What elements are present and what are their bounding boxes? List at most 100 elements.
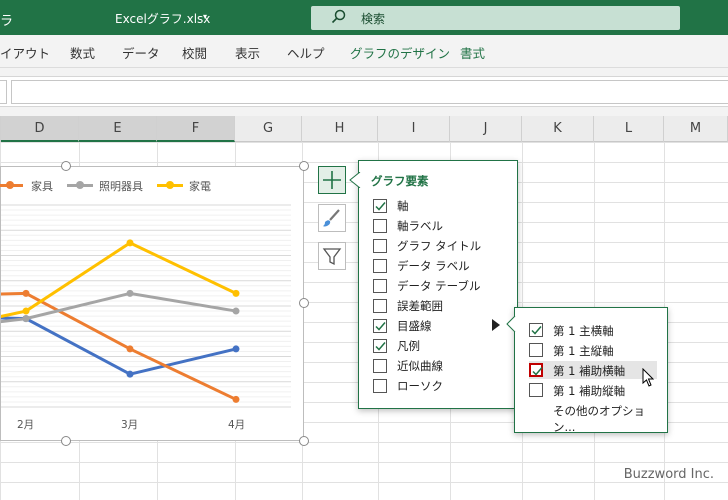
data-point[interactable] bbox=[126, 239, 134, 247]
data-point[interactable] bbox=[232, 395, 240, 403]
chart-elements-panel: グラフ要素 軸軸ラベル グラフ タイトル データ ラベル データ テーブル 誤差範囲 目盛… bbox=[358, 160, 518, 409]
checkbox-unchecked[interactable] bbox=[529, 383, 543, 397]
series-line[interactable] bbox=[1, 316, 237, 376]
data-point[interactable] bbox=[126, 345, 134, 353]
data-point[interactable] bbox=[22, 307, 30, 315]
checkmark-icon bbox=[375, 342, 386, 351]
column-header-g[interactable]: G bbox=[235, 116, 302, 142]
chart-element-label: 目盛線 bbox=[397, 319, 432, 333]
formula-input[interactable] bbox=[11, 80, 728, 104]
ribbon-gap bbox=[0, 68, 728, 76]
title-bar: ラ Excelグラフ.xlsx ▾ 検索 bbox=[0, 0, 728, 35]
chart-filters-button[interactable] bbox=[318, 242, 346, 270]
checkbox-unchecked[interactable] bbox=[373, 359, 387, 373]
checkmark-icon bbox=[531, 326, 542, 335]
gridline-option-label: 第 1 主横軸 bbox=[553, 324, 614, 338]
series-line[interactable] bbox=[1, 241, 237, 334]
resize-handle[interactable] bbox=[61, 161, 71, 171]
data-point[interactable] bbox=[232, 289, 240, 297]
submenu-arrow-icon[interactable] bbox=[491, 318, 501, 332]
search-box[interactable]: 検索 bbox=[311, 6, 680, 30]
chart-element-label: 近似曲線 bbox=[397, 359, 443, 373]
checkbox-unchecked[interactable] bbox=[373, 219, 387, 233]
mouse-cursor-icon bbox=[642, 368, 655, 387]
column-header-f[interactable]: F bbox=[157, 116, 235, 142]
file-name[interactable]: Excelグラフ.xlsx bbox=[115, 10, 210, 27]
checkbox-checked[interactable] bbox=[373, 199, 387, 213]
checkmark-icon bbox=[532, 367, 543, 376]
chart-element-label: 凡例 bbox=[397, 339, 420, 353]
chart-element-label: データ テーブル bbox=[397, 279, 481, 293]
chart-styles-button[interactable] bbox=[318, 204, 346, 232]
tab-formulas[interactable]: 数式 bbox=[70, 43, 95, 62]
formula-bar bbox=[0, 76, 728, 107]
column-header-e[interactable]: E bbox=[79, 116, 157, 142]
data-point[interactable] bbox=[232, 345, 240, 353]
tab-chart-design[interactable]: グラフのデザイン bbox=[350, 43, 450, 62]
file-menu-caret-icon[interactable]: ▾ bbox=[203, 12, 207, 21]
checkbox-checked[interactable] bbox=[373, 319, 387, 333]
column-header-d[interactable]: D bbox=[1, 116, 79, 142]
column-header-i[interactable]: I bbox=[378, 116, 450, 142]
x-tick-label: 4月 bbox=[228, 419, 246, 431]
column-header-l[interactable]: L bbox=[594, 116, 664, 142]
column-headers: D E F G H I J K L M bbox=[0, 116, 728, 142]
column-header-h[interactable]: H bbox=[302, 116, 378, 142]
gridline-option[interactable]: 第 1 補助横軸 bbox=[529, 361, 657, 379]
search-label: 検索 bbox=[361, 12, 386, 26]
resize-handle[interactable] bbox=[299, 436, 309, 446]
search-icon bbox=[331, 9, 346, 24]
tab-help[interactable]: ヘルプ bbox=[287, 43, 325, 62]
checkbox-checked[interactable] bbox=[529, 363, 543, 377]
x-tick-label: 2月 bbox=[17, 419, 35, 431]
tab-page-layout[interactable]: イアウト bbox=[0, 43, 50, 62]
panel-title: グラフ要素 bbox=[371, 174, 429, 188]
paintbrush-icon bbox=[323, 209, 340, 227]
chart-element-label: データ ラベル bbox=[397, 259, 470, 273]
column-header-k[interactable]: K bbox=[522, 116, 594, 142]
submenu-pointer-icon bbox=[506, 316, 516, 332]
checkbox-unchecked[interactable] bbox=[373, 379, 387, 393]
data-point[interactable] bbox=[22, 315, 30, 323]
column-header-m[interactable]: M bbox=[664, 116, 728, 142]
data-point[interactable] bbox=[232, 307, 240, 315]
resize-handle[interactable] bbox=[299, 298, 309, 308]
more-options-link[interactable]: その他のオプション... bbox=[553, 403, 667, 435]
app-name-fragment: ラ bbox=[0, 14, 14, 29]
gridline-option[interactable]: 第 1 主横軸 bbox=[529, 321, 657, 339]
checkbox-unchecked[interactable] bbox=[529, 343, 543, 357]
watermark: Buzzword Inc. bbox=[623, 467, 714, 482]
x-tick-label: 3月 bbox=[121, 419, 139, 431]
panel-pointer-icon bbox=[349, 172, 361, 188]
chart-elements-button[interactable] bbox=[318, 166, 346, 194]
gridline-option[interactable]: 第 1 主縦軸 bbox=[529, 341, 657, 359]
chart-element-label: 誤差範囲 bbox=[397, 299, 443, 313]
tab-review[interactable]: 校閲 bbox=[182, 43, 207, 62]
data-point[interactable] bbox=[22, 289, 30, 297]
data-point[interactable] bbox=[126, 289, 134, 297]
tab-format[interactable]: 書式 bbox=[460, 43, 485, 62]
tab-data[interactable]: データ bbox=[122, 43, 160, 62]
column-header-j[interactable]: J bbox=[450, 116, 522, 142]
chart-element-label: グラフ タイトル bbox=[397, 239, 482, 253]
checkbox-checked[interactable] bbox=[373, 339, 387, 353]
checkmark-icon bbox=[375, 322, 386, 331]
data-point[interactable] bbox=[126, 370, 134, 378]
checkbox-checked[interactable] bbox=[529, 323, 543, 337]
plot-area[interactable] bbox=[1, 167, 303, 440]
chart-element-label: ローソク bbox=[397, 379, 443, 393]
checkbox-unchecked[interactable] bbox=[373, 299, 387, 313]
resize-handle[interactable] bbox=[299, 161, 309, 171]
name-box[interactable] bbox=[0, 80, 7, 104]
gridline-option[interactable]: 第 1 補助縦軸 bbox=[529, 381, 657, 399]
chart-element-label: 軸ラベル bbox=[397, 219, 443, 233]
formula-bar-gap bbox=[0, 107, 728, 116]
line-chart[interactable]: 家具 照明器具 家電 2月 3月 4月 bbox=[0, 166, 304, 441]
resize-handle[interactable] bbox=[61, 436, 71, 446]
tab-view[interactable]: 表示 bbox=[235, 43, 260, 62]
checkmark-icon bbox=[375, 202, 386, 211]
gridline-option-label: 第 1 補助縦軸 bbox=[553, 384, 626, 398]
checkbox-unchecked[interactable] bbox=[373, 279, 387, 293]
checkbox-unchecked[interactable] bbox=[373, 239, 387, 253]
checkbox-unchecked[interactable] bbox=[373, 259, 387, 273]
